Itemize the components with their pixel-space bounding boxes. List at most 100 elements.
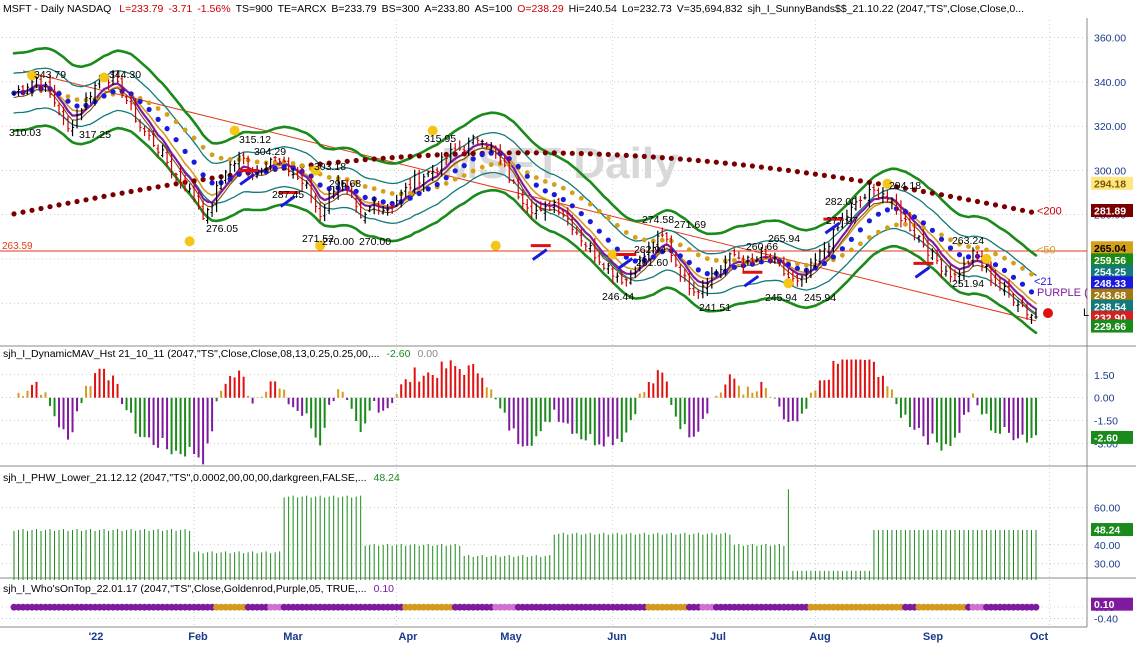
ma50-dot — [560, 185, 566, 191]
ma50-dot — [389, 191, 395, 196]
ma21-dot — [137, 98, 143, 105]
ma21-dot — [533, 182, 539, 188]
ma200-dot — [389, 155, 395, 161]
pivot-label: 270.00 — [322, 236, 354, 248]
ma50-dot — [659, 237, 665, 243]
ma200-dot — [929, 190, 936, 196]
ma200-dot — [677, 156, 683, 162]
ma50-dot — [993, 251, 998, 257]
pivot-label: 251.94 — [952, 278, 984, 290]
ma200-dot — [164, 182, 170, 188]
ma200-dot — [983, 200, 990, 206]
ma50-dot — [146, 100, 152, 106]
whos-on-top-dot — [1032, 603, 1040, 611]
pivot-label: 310.03 — [9, 127, 41, 139]
ma200-dot — [191, 178, 197, 184]
ma200-dot — [380, 155, 386, 161]
pivot-label: 277.97 — [826, 215, 858, 227]
ma21-dot — [407, 195, 413, 201]
ma21-dot — [596, 228, 602, 234]
phw-tick-label: 60.00 — [1094, 503, 1120, 515]
last-price-dot — [1043, 308, 1053, 319]
ma200-dot — [839, 175, 846, 181]
right-line-label: <50 — [1037, 244, 1056, 256]
ma200-dot — [767, 165, 774, 171]
pivot-marker — [184, 236, 195, 247]
pivot-label: 295.68 — [329, 178, 361, 190]
whos-on-top-pane[interactable] — [10, 603, 1040, 611]
pivot-label: 262.94 — [634, 244, 666, 256]
ma50-dot — [876, 229, 881, 235]
ma21-dot — [443, 175, 449, 181]
ma21-dot — [281, 164, 287, 170]
value-tag-text: 281.89 — [1094, 206, 1126, 218]
ma50-dot — [903, 221, 908, 227]
ma200-dot — [956, 195, 963, 201]
ma21-dot — [785, 261, 792, 268]
ma200-dot — [857, 178, 864, 184]
ma200-dot — [353, 157, 359, 164]
ma21-dot — [1010, 274, 1017, 280]
ma21-dot — [380, 199, 386, 205]
ma21-dot — [74, 103, 80, 109]
ma50-dot — [840, 252, 845, 258]
ma200-dot — [785, 167, 792, 173]
price-tick-label: 340.00 — [1094, 77, 1126, 89]
ma200-dot — [758, 164, 765, 170]
ma200-dot — [119, 190, 125, 196]
phw-tick-label: 40.00 — [1094, 540, 1120, 552]
symbol-label: MSFT - Daily NASDAQ — [3, 3, 111, 15]
ma200-dot — [992, 202, 999, 208]
ma21-dot — [164, 126, 170, 132]
ma21-dot — [911, 214, 918, 220]
ma50-dot — [921, 224, 926, 230]
pivot-label: 343.79 — [34, 69, 66, 81]
ma200-dot — [938, 192, 945, 198]
ma50-dot — [362, 184, 368, 189]
ma21-dot — [857, 227, 864, 233]
ma200-dot — [398, 154, 404, 160]
header-stat: AS=100 — [475, 3, 513, 15]
ma200-dot — [695, 157, 701, 164]
ma50-dot — [804, 262, 809, 268]
ma21-dot — [146, 106, 152, 113]
ma50-dot — [227, 157, 233, 162]
ma21-dot — [695, 267, 701, 273]
phw-tick-label: 30.00 — [1094, 558, 1120, 570]
mav-tick-label: -1.50 — [1094, 416, 1118, 428]
ma21-dot — [884, 207, 891, 213]
ma21-dot — [569, 203, 575, 209]
pivot-label: 287.45 — [272, 189, 304, 201]
ma21-dot — [452, 168, 458, 174]
time-label: Sep — [923, 631, 943, 643]
ma21-dot — [578, 211, 584, 217]
ma21-dot — [416, 190, 422, 197]
ma21-dot — [929, 227, 936, 233]
time-label: Apr — [399, 631, 419, 643]
ma21-dot — [155, 116, 161, 122]
time-label: '22 — [89, 631, 104, 643]
ma21-dot — [362, 194, 368, 200]
ma200-dot — [371, 156, 377, 162]
pane-title-value: 48.24 — [374, 472, 400, 484]
ma200-dot — [425, 152, 431, 158]
ma50-dot — [605, 215, 611, 221]
pivot-marker — [783, 278, 794, 289]
pane-title: sjh_I_Who'sOnTop_22.01.17 (2047,"TS",Clo… — [3, 583, 394, 595]
ma50-dot — [290, 161, 296, 166]
ma200-dot — [47, 204, 53, 210]
ma50-dot — [569, 190, 575, 196]
ma200-dot — [641, 153, 647, 159]
pane-title-value: 0.00 — [417, 348, 438, 360]
header-stat: V=35,694,832 — [677, 3, 743, 15]
header-stat: -1.56% — [197, 3, 230, 15]
msft-daily-chart[interactable]: MSFT Daily 263.59 343.79 344.30 310.03 317.2… — [0, 0, 1136, 651]
ma21-dot — [461, 163, 467, 169]
header-stat: Lo=232.73 — [622, 3, 672, 15]
ma200-dot — [821, 172, 828, 178]
pivot-label: 245.94 — [804, 292, 836, 304]
ma200-dot — [650, 154, 656, 160]
ma50-dot — [380, 189, 386, 194]
ma200-dot — [623, 152, 629, 158]
whos-on-top-value-tag: 0.10 — [1091, 597, 1133, 611]
